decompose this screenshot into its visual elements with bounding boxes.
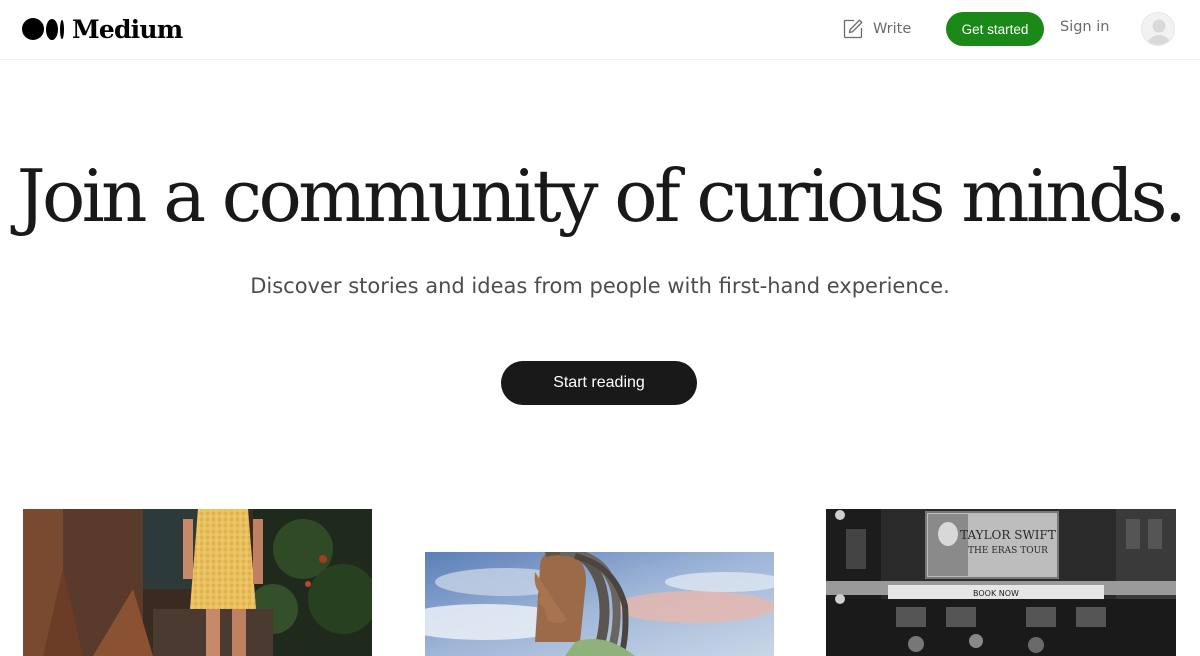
medium-logo[interactable]: Medium <box>22 14 183 44</box>
hero-subtitle: Discover stories and ideas from people w… <box>250 274 950 298</box>
write-link[interactable]: Write <box>842 16 911 42</box>
logo-text: Medium <box>72 14 183 44</box>
start-reading-button[interactable]: Start reading <box>501 361 697 405</box>
write-label: Write <box>873 21 912 37</box>
get-started-button[interactable]: Get started <box>946 12 1044 46</box>
medium-logo-icon <box>22 18 64 40</box>
write-icon <box>842 18 864 40</box>
story-image-illustration[interactable] <box>425 552 774 656</box>
story-image-theater[interactable]: TAYLOR SWIFT THE ERAS TOUR BOOK NOW <box>826 509 1176 656</box>
marquee-text: BOOK NOW <box>973 589 1019 598</box>
avatar-user-icon <box>1142 19 1174 45</box>
avatar[interactable] <box>1141 12 1175 46</box>
sign-in-link[interactable]: Sign in <box>1060 19 1109 39</box>
billboard-title: TAYLOR SWIFT <box>960 528 1056 542</box>
story-image-dress[interactable] <box>23 509 372 656</box>
top-navigation-bar: Medium Write Get started Sign in <box>0 0 1200 60</box>
hero-title: Join a community of curious minds. <box>16 154 1187 238</box>
billboard-subtitle: THE ERAS TOUR <box>968 546 1048 556</box>
